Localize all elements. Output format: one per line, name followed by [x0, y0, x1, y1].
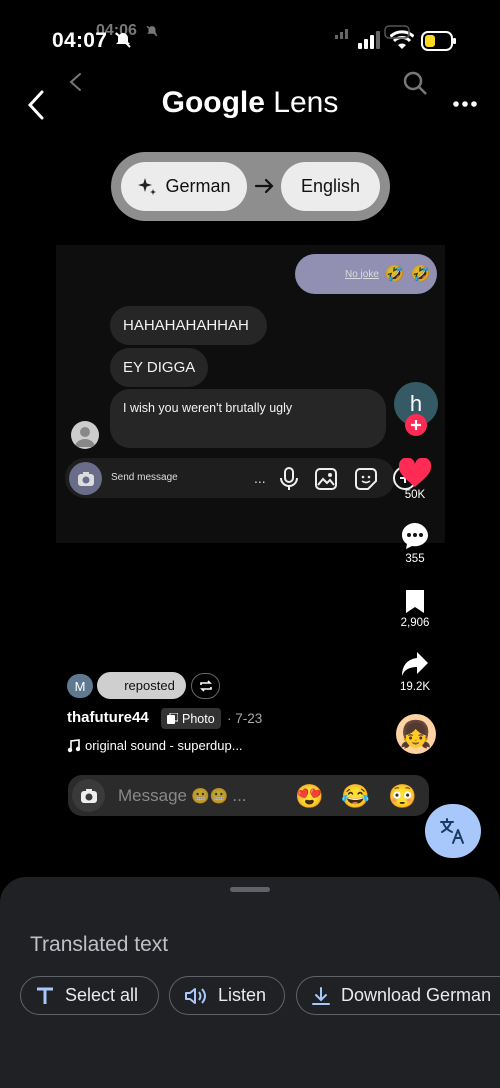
more-options-button[interactable]	[452, 96, 478, 112]
bookmark-icon	[406, 590, 424, 613]
photo-stack-icon	[167, 713, 178, 724]
music-disc-avatar[interactable]: 👧	[396, 714, 436, 754]
arrow-right-icon	[254, 176, 276, 196]
language-selector: German English	[111, 152, 390, 221]
title-lens: Lens	[264, 86, 339, 119]
like-count: 50K	[404, 489, 426, 501]
sent-message-text: No joke	[345, 268, 379, 280]
source-language-label: German	[165, 176, 231, 196]
signal-icon	[358, 31, 380, 49]
post-date: · 7-23	[227, 711, 263, 726]
translate-icon	[440, 818, 464, 844]
share-count: 19.2K	[399, 681, 431, 693]
post-username[interactable]: thafuture44	[67, 709, 149, 726]
grimace-emoji-icon: 😬😬	[190, 788, 229, 805]
message-bubble: EY DIGGA	[110, 348, 208, 387]
sound-label: original sound - superdup...	[85, 738, 243, 753]
sound-row[interactable]: original sound - superdup...	[67, 738, 243, 753]
laughing-emoji-icon: 🤣	[384, 266, 405, 283]
flushed-emoji-button[interactable]: 😳	[388, 783, 417, 810]
camera-icon	[80, 788, 97, 803]
tears-of-joy-emoji-button[interactable]: 😂	[341, 783, 370, 810]
music-note-icon	[67, 738, 80, 752]
download-icon	[312, 986, 330, 1005]
target-language-label: English	[300, 176, 361, 196]
mute-icon	[113, 30, 133, 50]
laughing-emoji-icon: 🤣	[410, 266, 431, 283]
chat-input-placeholder[interactable]: Send message	[111, 472, 178, 483]
battery-icon	[421, 31, 457, 51]
bookmark-count: 2,906	[400, 617, 430, 629]
comment-button[interactable]	[401, 522, 429, 550]
repost-icon	[199, 680, 212, 692]
underlying-search-icon	[402, 70, 428, 96]
sparkle-icon	[138, 177, 157, 195]
comment-icon	[402, 523, 428, 549]
text-format-icon	[37, 987, 53, 1004]
sheet-title: Translated text	[30, 933, 169, 956]
download-label: Download German	[341, 985, 492, 1005]
person-icon	[75, 427, 95, 447]
camera-icon	[77, 471, 94, 486]
signal-icon-ghost	[335, 27, 355, 39]
heart-icon	[398, 458, 432, 487]
photo-badge-label: Photo	[182, 711, 215, 726]
microphone-icon[interactable]	[279, 467, 299, 491]
girl-emoji-icon: 👧	[399, 718, 433, 749]
sent-message-bubble: No joke 🤣 🤣	[295, 254, 437, 294]
like-button[interactable]	[398, 458, 432, 488]
status-time: 04:07	[52, 29, 108, 52]
plus-icon	[411, 420, 421, 430]
follow-button[interactable]	[405, 414, 427, 436]
message-placeholder: Message	[118, 786, 187, 805]
repost-button[interactable]	[191, 673, 220, 699]
share-button[interactable]	[401, 651, 429, 677]
image-gallery-icon[interactable]	[315, 468, 337, 490]
battery-icon-ghost	[384, 25, 412, 39]
repost-avatar[interactable]: M	[67, 674, 93, 698]
message-camera-button[interactable]	[72, 779, 105, 812]
target-language-button[interactable]: English	[281, 162, 380, 211]
speaker-icon	[185, 987, 206, 1004]
share-arrow-icon	[402, 652, 428, 676]
heart-eyes-emoji-button[interactable]: 😍	[295, 783, 324, 810]
chat-camera-button[interactable]	[69, 462, 102, 495]
translate-fab[interactable]	[425, 804, 481, 858]
avatar	[71, 421, 99, 449]
message-input[interactable]: Message 😬😬 ...	[118, 786, 247, 806]
ellipsis: ...	[232, 786, 247, 805]
chat-more-dots: ...	[254, 470, 266, 486]
source-language-button[interactable]: German	[121, 162, 247, 211]
repost-badge: reposted	[97, 672, 186, 699]
mute-icon-ghost	[145, 24, 159, 38]
listen-button[interactable]: Listen	[169, 976, 285, 1015]
download-language-button[interactable]: Download German	[296, 976, 500, 1015]
sheet-drag-handle[interactable]	[230, 887, 270, 892]
title-google: Google	[161, 86, 265, 119]
message-bubble: HAHAHAHAHHAH	[110, 306, 267, 345]
listen-label: Listen	[218, 985, 267, 1005]
message-bubble: I wish you weren't brutally ugly	[110, 389, 386, 448]
photo-badge: Photo	[161, 708, 221, 729]
comment-count: 355	[405, 553, 425, 565]
select-all-button[interactable]: Select all	[20, 976, 159, 1015]
bookmark-button[interactable]	[404, 588, 426, 614]
more-dots-icon	[453, 101, 477, 107]
sticker-icon[interactable]	[355, 468, 377, 490]
select-all-label: Select all	[65, 985, 139, 1005]
